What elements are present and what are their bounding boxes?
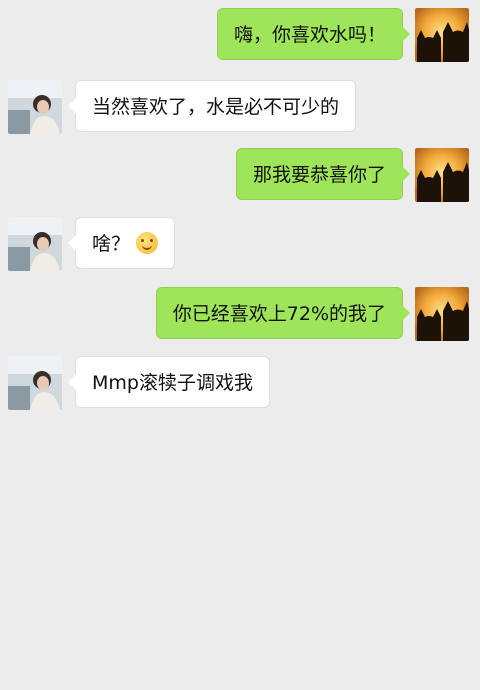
- my-message-bubble[interactable]: 嗨，你喜欢水吗！: [216, 8, 411, 60]
- contact-message-bubble[interactable]: Mmp滚犊子调戏我: [68, 356, 270, 408]
- girl-photo-avatar-icon: [8, 217, 62, 271]
- cats-sunset-avatar-icon: [415, 287, 469, 341]
- message-text: 你已经喜欢上72%的我了: [172, 303, 386, 325]
- message-text: 嗨，你喜欢水吗！: [233, 24, 386, 46]
- cats-sunset-avatar-icon: [415, 148, 469, 202]
- contact-avatar[interactable]: [8, 217, 62, 271]
- girl-photo-avatar-icon: [8, 356, 62, 410]
- message-text: 当然喜欢了，水是必不可少的: [92, 96, 340, 118]
- contact-avatar[interactable]: [8, 80, 62, 134]
- contact-avatar[interactable]: [8, 356, 62, 410]
- contact-message-bubble[interactable]: 当然喜欢了，水是必不可少的: [67, 80, 357, 132]
- girl-photo-avatar-icon: [8, 80, 62, 134]
- message-text: 那我要恭喜你了: [252, 164, 386, 186]
- message-text: Mmp滚犊子调戏我: [92, 372, 253, 394]
- my-message-bubble[interactable]: 你已经喜欢上72%的我了: [155, 287, 411, 339]
- my-avatar[interactable]: [415, 8, 469, 62]
- smiling-face-icon: [136, 231, 159, 254]
- my-avatar[interactable]: [415, 287, 469, 341]
- contact-message-bubble[interactable]: 啥？: [67, 217, 176, 269]
- my-avatar[interactable]: [415, 148, 469, 202]
- cats-sunset-avatar-icon: [415, 8, 469, 62]
- my-message-bubble[interactable]: 那我要恭喜你了: [235, 148, 411, 200]
- message-text: 啥？: [92, 233, 131, 255]
